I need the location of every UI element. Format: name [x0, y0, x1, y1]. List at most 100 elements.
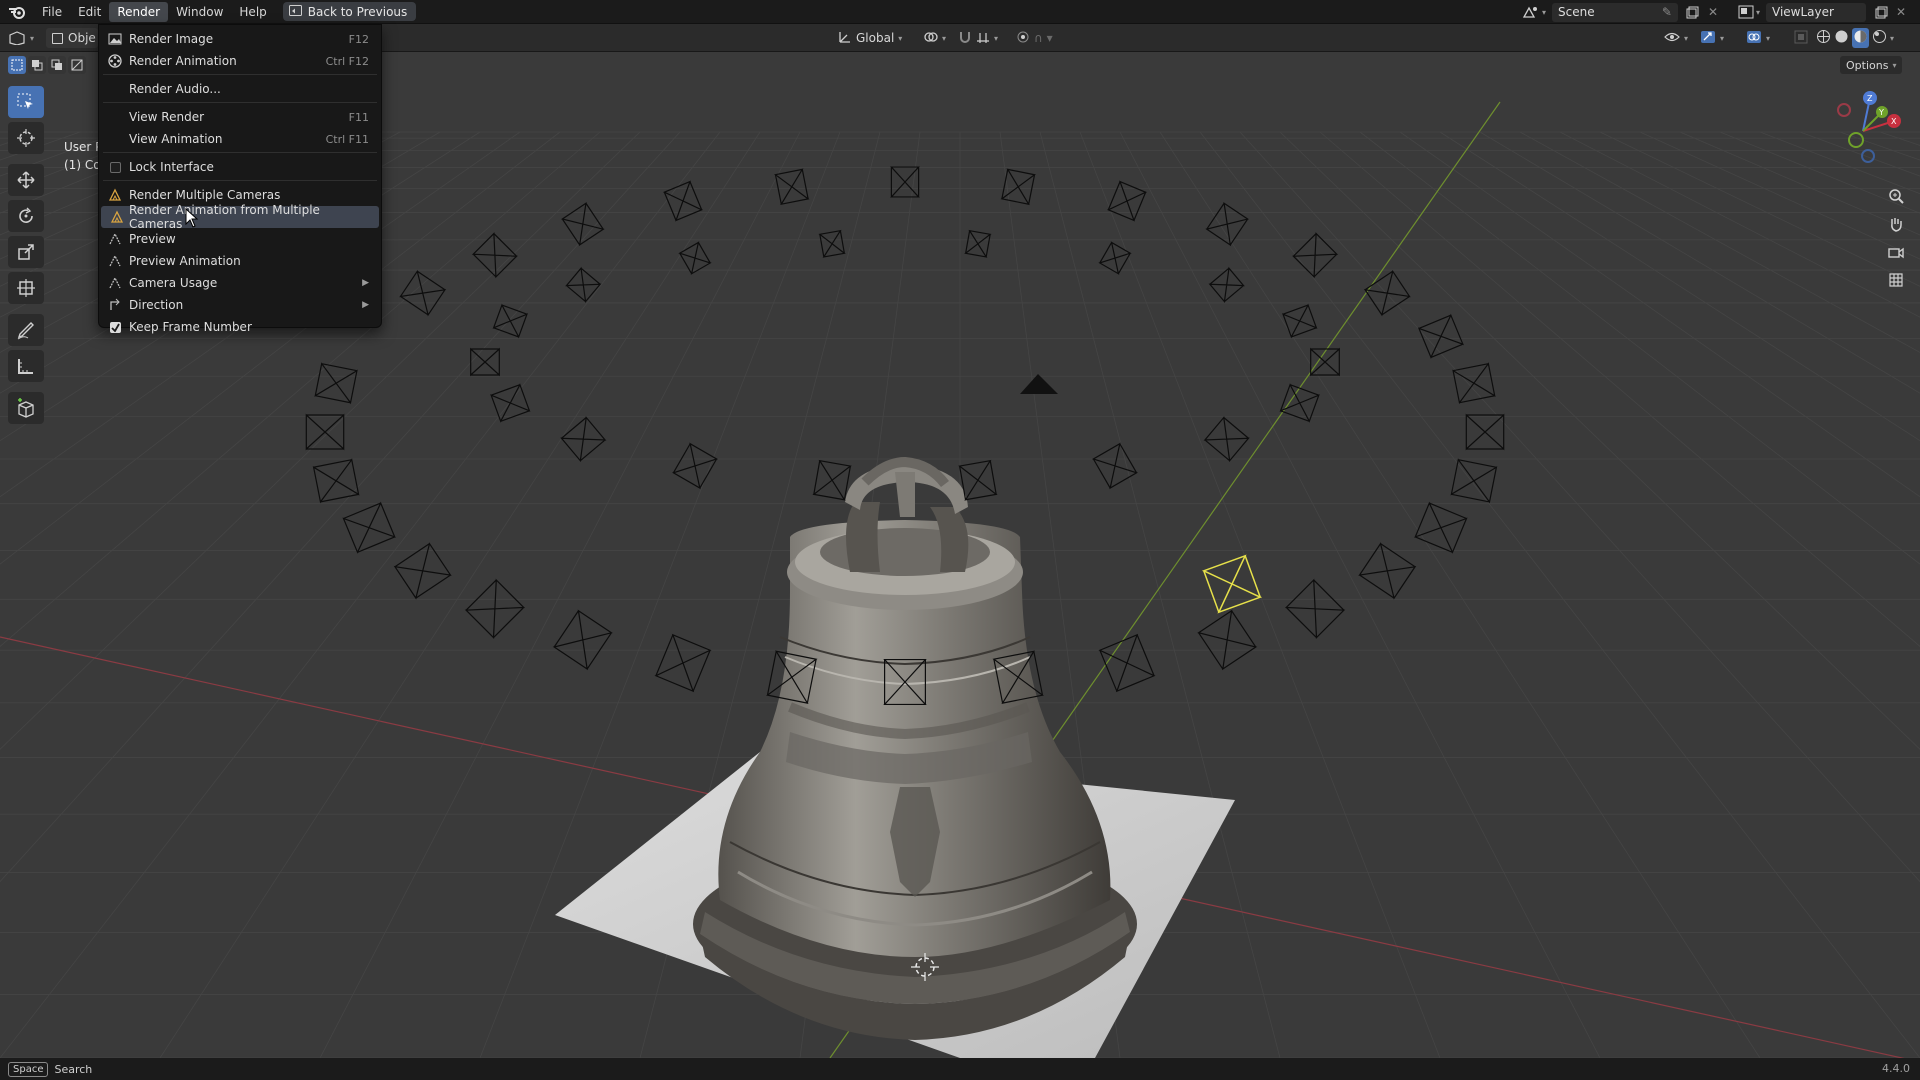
camera-object[interactable] [399, 269, 447, 317]
camera-object[interactable] [1197, 609, 1258, 671]
camera-object[interactable] [1465, 413, 1505, 451]
camera-view-icon[interactable] [1884, 240, 1908, 264]
camera-object[interactable] [1358, 542, 1417, 600]
checkbox-checked-icon[interactable] [108, 320, 122, 334]
pan-hand-icon[interactable] [1884, 212, 1908, 236]
menu-item-keep-frame-number[interactable]: Keep Frame Number [99, 316, 381, 338]
menu-item-view-render[interactable]: View Render F11 [99, 106, 381, 128]
material-shading-icon[interactable] [1852, 28, 1869, 48]
select-subtract-icon[interactable] [48, 56, 66, 74]
measure-tool[interactable] [8, 350, 44, 382]
options-dropdown[interactable]: Options ▾ [1840, 56, 1903, 74]
camera-object[interactable] [1098, 241, 1132, 275]
rendered-shading-icon[interactable] [1872, 29, 1887, 47]
camera-object[interactable] [1450, 458, 1498, 504]
camera-object[interactable] [1282, 303, 1318, 339]
camera-object[interactable] [1208, 266, 1245, 304]
menu-edit[interactable]: Edit [70, 2, 109, 22]
camera-object[interactable] [305, 413, 345, 451]
add-cube-tool[interactable] [8, 392, 44, 424]
camera-object[interactable] [393, 542, 452, 600]
new-scene-icon[interactable] [1684, 3, 1702, 21]
camera-object[interactable] [314, 362, 358, 405]
menu-item-direction[interactable]: Direction ▶ [99, 294, 381, 316]
select-invert-icon[interactable] [68, 56, 86, 74]
menu-render[interactable]: Render [109, 1, 169, 22]
solid-shading-icon[interactable] [1834, 29, 1849, 47]
camera-object[interactable] [774, 168, 810, 206]
menu-item-preview[interactable]: Preview [99, 228, 381, 250]
camera-object[interactable] [470, 347, 500, 377]
pivot-point-selector[interactable]: ▾ [922, 28, 946, 48]
navigation-gizmo[interactable]: Z Y X [1818, 86, 1908, 176]
camera-object[interactable] [1310, 347, 1340, 377]
menu-item-camera-usage[interactable]: Camera Usage ▶ [99, 272, 381, 294]
overlays-toggle[interactable]: ▾ [1746, 28, 1770, 48]
camera-object[interactable] [1452, 362, 1496, 405]
transform-orientation-selector[interactable]: Global ▾ [838, 28, 902, 48]
camera-object[interactable] [1106, 180, 1148, 222]
camera-object[interactable] [818, 229, 846, 258]
object-mode-selector[interactable]: Obje [46, 28, 98, 48]
camera-object[interactable] [342, 501, 396, 554]
selected-camera-object[interactable] [1201, 554, 1263, 614]
select-extend-icon[interactable] [28, 56, 46, 74]
menu-help[interactable]: Help [231, 2, 274, 22]
camera-object[interactable] [964, 229, 992, 258]
menu-item-render-image[interactable]: Render Image F12 [99, 28, 381, 50]
visibility-selector[interactable]: ▾ [1664, 28, 1688, 48]
bell-mesh[interactable] [693, 456, 1137, 1040]
delete-scene-icon[interactable]: ✕ [1708, 5, 1724, 19]
cursor-tool[interactable] [8, 122, 44, 154]
proportional-edit-toggle[interactable]: ∩ ▾ [1016, 28, 1053, 48]
pin-icon[interactable]: ✎ [1662, 5, 1672, 19]
snap-toggle[interactable]: ▾ [958, 28, 998, 48]
menu-item-render-animation[interactable]: Render Animation Ctrl F12 [99, 50, 381, 72]
camera-object[interactable] [464, 578, 526, 639]
camera-object[interactable] [958, 459, 998, 501]
camera-object[interactable] [890, 166, 920, 198]
camera-object[interactable] [812, 459, 852, 501]
view-layer-type-icon[interactable]: ▾ [1738, 5, 1760, 19]
move-tool[interactable] [8, 164, 44, 196]
menu-window[interactable]: Window [168, 2, 231, 22]
menu-file[interactable]: File [34, 2, 70, 22]
xray-toggle[interactable] [1794, 28, 1808, 48]
camera-object[interactable] [654, 633, 712, 693]
camera-object[interactable] [565, 266, 602, 304]
camera-object[interactable] [1279, 383, 1320, 423]
camera-object[interactable] [552, 609, 613, 671]
camera-object[interactable] [1091, 442, 1139, 490]
rotate-tool[interactable] [8, 200, 44, 232]
ortho-grid-icon[interactable] [1884, 268, 1908, 292]
menu-item-render-audio[interactable]: Render Audio... [99, 78, 381, 100]
camera-object[interactable] [490, 383, 531, 423]
camera-object[interactable] [1284, 578, 1346, 639]
camera-object[interactable] [1363, 269, 1411, 317]
gizmo-toggle[interactable]: ▾ [1700, 28, 1724, 48]
delete-view-layer-icon[interactable]: ✕ [1896, 5, 1910, 19]
camera-object[interactable] [678, 241, 712, 275]
camera-object[interactable] [1203, 416, 1250, 463]
new-view-layer-icon[interactable] [1872, 3, 1890, 21]
shading-modes[interactable]: ▾ [1816, 28, 1894, 48]
menu-item-lock-interface[interactable]: Lock Interface [99, 156, 381, 178]
blender-logo-icon[interactable] [0, 0, 34, 24]
scale-tool[interactable] [8, 236, 44, 268]
select-new-icon[interactable] [8, 56, 26, 74]
view-layer-field[interactable]: ViewLayer [1766, 2, 1866, 22]
camera-object[interactable] [662, 180, 704, 222]
camera-object[interactable] [1098, 633, 1156, 693]
back-to-previous-button[interactable]: Back to Previous [282, 2, 417, 21]
menu-item-view-animation[interactable]: View Animation Ctrl F11 [99, 128, 381, 150]
zoom-icon[interactable] [1884, 184, 1908, 208]
camera-object[interactable] [1414, 501, 1468, 554]
transform-tool[interactable] [8, 272, 44, 304]
menu-item-preview-animation[interactable]: Preview Animation [99, 250, 381, 272]
camera-object[interactable] [560, 416, 607, 463]
editor-type-selector[interactable]: ▾ [8, 28, 34, 48]
scene-type-icon[interactable]: ▾ [1522, 5, 1546, 19]
menu-item-render-animation-multiple-cameras[interactable]: Render Animation from Multiple Cameras [101, 203, 379, 231]
scene-field[interactable]: Scene ✎ [1551, 2, 1678, 22]
checkbox-unchecked-icon[interactable] [108, 160, 122, 174]
